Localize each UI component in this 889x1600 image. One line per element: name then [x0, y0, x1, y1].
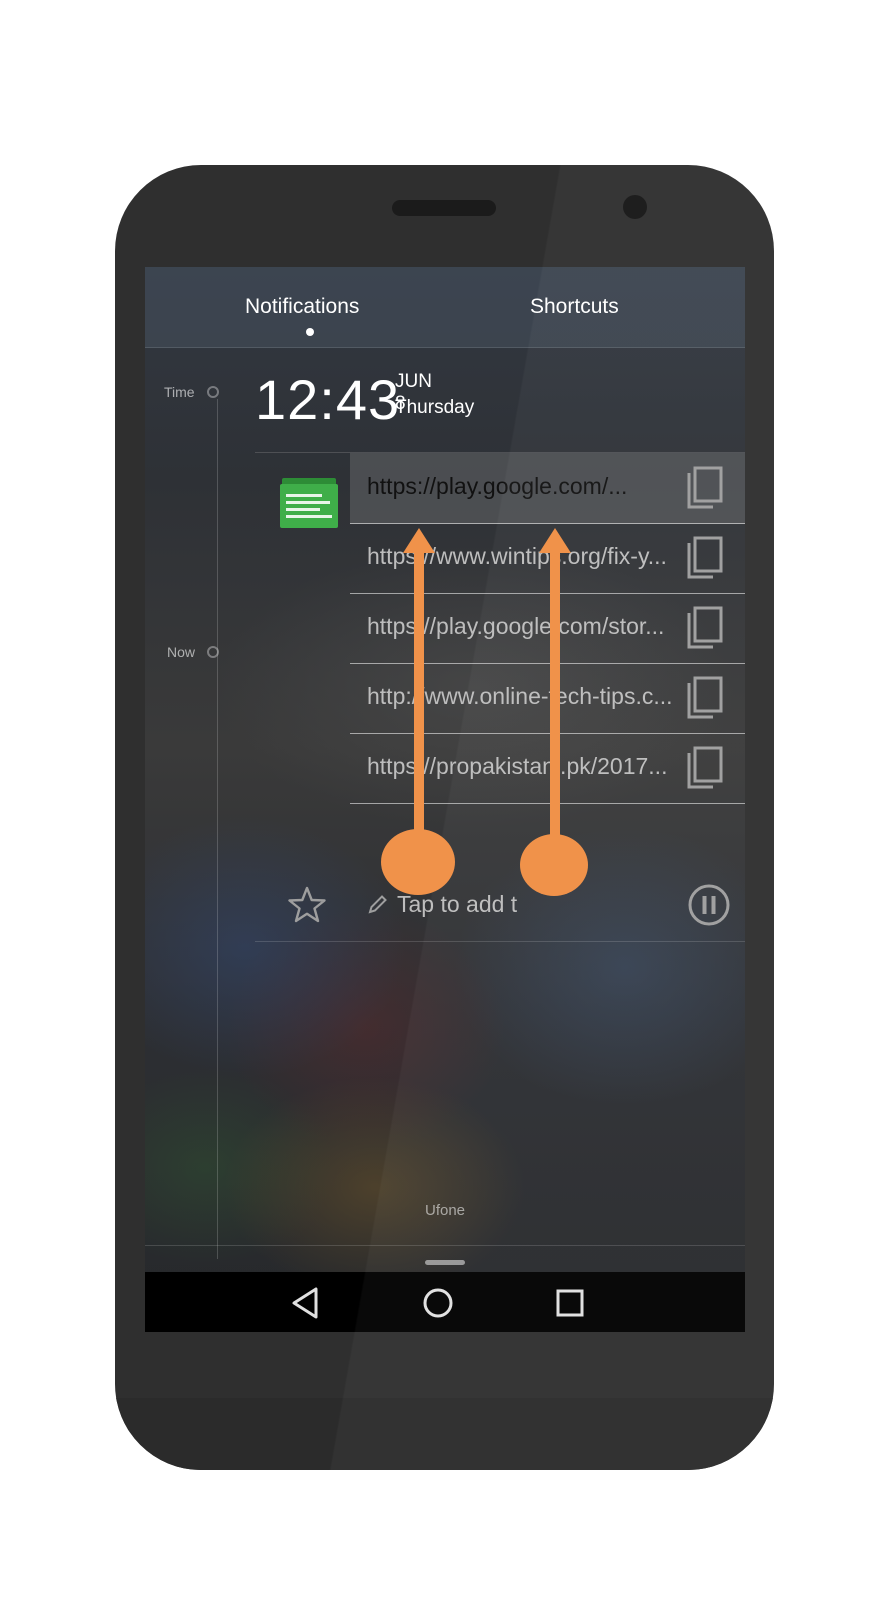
phone-screen: Notifications Shortcuts Time Now 12:43 J… — [145, 267, 745, 1332]
clipboard-notification: https://play.google.com/... https://www.w… — [255, 453, 745, 871]
timeline-now-node — [207, 646, 219, 658]
clipboard-item[interactable]: https://www.wintips.org/fix-y... — [350, 523, 745, 594]
phone-camera — [623, 195, 647, 219]
copy-icon[interactable] — [685, 535, 725, 581]
clipboard-item-text[interactable]: https://play.google.com/stor... — [367, 613, 677, 640]
pause-icon[interactable] — [687, 883, 731, 927]
clipboard-item-text[interactable]: https://www.wintips.org/fix-y... — [367, 543, 677, 570]
clock-time: 12:43 — [255, 368, 401, 431]
clipboard-item-text[interactable]: http://www.online-tech-tips.c... — [367, 683, 677, 710]
navigation-bar — [145, 1272, 745, 1332]
pencil-icon — [368, 895, 387, 914]
clipboard-item[interactable]: https://play.google.com/stor... — [350, 593, 745, 664]
copy-icon[interactable] — [685, 745, 725, 791]
timeline-time-node — [207, 386, 219, 398]
carrier-label: Ufone — [424, 1202, 466, 1219]
timeline-line — [217, 399, 218, 1259]
clipboard-item[interactable]: http://www.online-tech-tips.c... — [350, 663, 745, 734]
clipboard-item-text[interactable]: https://play.google.com/... — [367, 473, 677, 500]
tab-notifications[interactable]: Notifications — [245, 295, 359, 319]
clipboard-item-text[interactable]: https://propakistani.pk/2017... — [367, 753, 677, 780]
clipboard-item[interactable]: https://propakistani.pk/2017... — [350, 733, 745, 804]
recents-icon[interactable] — [552, 1285, 588, 1321]
phone-chin — [115, 1398, 774, 1470]
clipboard-app-icon[interactable] — [280, 478, 338, 528]
tab-shortcuts[interactable]: Shortcuts — [530, 295, 619, 319]
timeline-time-label: Time — [164, 384, 195, 400]
clock-weekday: Thursday — [395, 397, 475, 418]
clipboard-item[interactable]: https://play.google.com/... — [350, 453, 745, 524]
tab-bar: Notifications Shortcuts — [145, 267, 745, 348]
phone-speaker — [392, 200, 496, 216]
copy-icon[interactable] — [685, 465, 725, 511]
copy-icon[interactable] — [685, 675, 725, 721]
star-icon[interactable] — [287, 885, 327, 925]
home-icon[interactable] — [420, 1285, 456, 1321]
timeline-now-label: Now — [167, 644, 196, 660]
active-tab-indicator — [306, 328, 314, 336]
back-icon[interactable] — [288, 1285, 324, 1321]
add-clip-placeholder[interactable]: Tap to add t — [397, 891, 517, 918]
divider — [145, 1245, 745, 1246]
add-clip-row[interactable]: Tap to add t — [255, 871, 745, 942]
copy-icon[interactable] — [685, 605, 725, 651]
drawer-handle[interactable] — [425, 1260, 465, 1265]
